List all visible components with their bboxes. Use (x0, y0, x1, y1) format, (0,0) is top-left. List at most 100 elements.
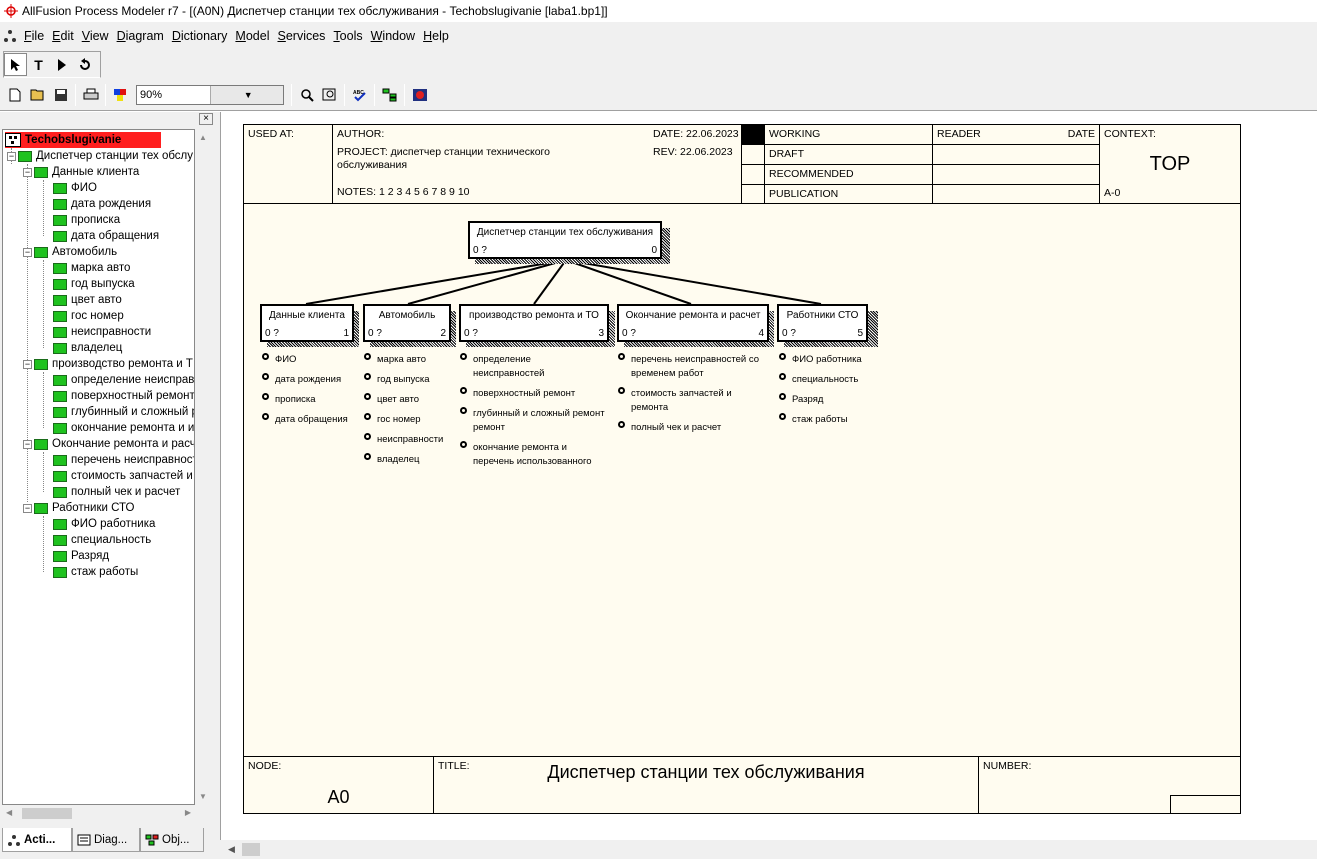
list-item[interactable]: цвет авто (364, 393, 419, 407)
tree-item-group[interactable]: − Работники СТО (23, 500, 134, 516)
collapse-icon[interactable]: − (23, 439, 32, 449)
list-item[interactable]: гос номер (364, 413, 421, 427)
tab-diagrams[interactable]: Diag... (72, 828, 140, 852)
menu-model[interactable]: Model (231, 24, 273, 48)
tree-horizontal-scrollbar[interactable]: ◀ ▶ (2, 805, 195, 822)
tree-item[interactable]: неисправности (53, 324, 151, 340)
tree-item-group[interactable]: − Данные клиента (23, 164, 139, 180)
color-icon[interactable] (109, 83, 132, 106)
tree-item[interactable]: год выпуска (53, 276, 135, 292)
list-item[interactable]: полный чек и расчет (618, 421, 778, 435)
tree-vertical-scrollbar[interactable]: ▲ ▼ (195, 129, 212, 805)
list-item[interactable]: определение неисправностей (460, 353, 620, 381)
tree-item[interactable]: владелец (53, 340, 122, 356)
activity-block-5[interactable]: Работники СТО 0 ? 5 (777, 304, 868, 342)
list-item[interactable]: дата рождения (262, 373, 341, 387)
list-item[interactable]: поверхностный ремонт (460, 387, 620, 401)
menu-diagram[interactable]: Diagram (113, 24, 168, 48)
tree-item[interactable]: прописка (53, 212, 120, 228)
close-icon[interactable]: × (199, 113, 213, 125)
menu-help[interactable]: Help (419, 24, 453, 48)
tab-activities[interactable]: Acti... (2, 828, 72, 852)
zoom-fit-icon[interactable] (318, 83, 341, 106)
menu-services[interactable]: Services (273, 24, 329, 48)
new-file-icon[interactable] (3, 83, 26, 106)
scroll-thumb[interactable] (22, 808, 72, 819)
collapse-icon[interactable]: − (23, 503, 32, 513)
menu-edit[interactable]: Edit (48, 24, 78, 48)
save-icon[interactable] (49, 83, 72, 106)
tab-objects[interactable]: Obj... (140, 828, 204, 852)
collapse-icon[interactable]: − (23, 247, 32, 257)
menu-view[interactable]: View (78, 24, 113, 48)
tree-item[interactable]: глубинный и сложный р (53, 404, 194, 420)
list-item[interactable]: ФИО работника (779, 353, 862, 367)
chevron-up-icon[interactable]: ▲ (199, 133, 207, 142)
tree-item[interactable]: ФИО (53, 180, 97, 196)
chevron-down-icon[interactable]: ▼ (209, 85, 283, 104)
activity-block-4[interactable]: Окончание ремонта и расчет 0 ? 4 (617, 304, 769, 342)
tree-item[interactable]: дата обращения (53, 228, 159, 244)
list-item[interactable]: Разряд (779, 393, 823, 407)
list-item[interactable]: глубинный и сложный ремонт ремонт (460, 407, 620, 435)
list-item[interactable]: марка авто (364, 353, 426, 367)
undo-tool-icon[interactable] (73, 53, 96, 76)
list-item[interactable]: неисправности (364, 433, 443, 447)
list-item[interactable]: ФИО (262, 353, 296, 367)
chevron-down-icon[interactable]: ▼ (199, 792, 207, 801)
list-item[interactable]: специальность (779, 373, 858, 387)
collapse-icon[interactable]: − (7, 151, 16, 161)
list-item[interactable]: дата обращения (262, 413, 348, 427)
model-explorer-icon[interactable] (378, 83, 401, 106)
mdi-icon[interactable] (0, 29, 20, 43)
tree-item[interactable]: марка авто (53, 260, 130, 276)
chevron-left-icon[interactable]: ◀ (6, 808, 12, 817)
tree-item[interactable]: ФИО работника (53, 516, 155, 532)
tree-item-group[interactable]: − Автомобиль (23, 244, 117, 260)
tree-item-group[interactable]: − Окончание ремонта и расч (23, 436, 194, 452)
tree-item[interactable]: цвет авто (53, 292, 122, 308)
tree-item[interactable]: дата рождения (53, 196, 151, 212)
tree-item[interactable]: определение неисправн (53, 372, 194, 388)
play-tool-icon[interactable] (50, 53, 73, 76)
tree-item[interactable]: окончание ремонта и и (53, 420, 194, 436)
open-folder-icon[interactable] (26, 83, 49, 106)
canvas-horizontal-scrollbar[interactable]: ◀ (222, 840, 1317, 859)
chevron-right-icon[interactable]: ▶ (185, 808, 191, 817)
menu-tools[interactable]: Tools (329, 24, 366, 48)
tree-item[interactable]: полный чек и расчет (53, 484, 180, 500)
collapse-icon[interactable]: − (23, 167, 32, 177)
tree-item[interactable]: стоимость запчастей и (53, 468, 193, 484)
tree-item[interactable]: специальность (53, 532, 151, 548)
list-item[interactable]: прописка (262, 393, 316, 407)
spellcheck-icon[interactable]: ABC (348, 83, 371, 106)
tree-item-group[interactable]: − производство ремонта и Т (23, 356, 193, 372)
tree-item-top[interactable]: − Диспетчер станции тех обслу (7, 148, 193, 164)
scroll-thumb[interactable] (242, 843, 260, 856)
print-icon[interactable] (79, 83, 102, 106)
activity-block-3[interactable]: производство ремонта и ТО 0 ? 3 (459, 304, 609, 342)
activity-block-main[interactable]: Диспетчер станции тех обслуживания 0 ? 0 (468, 221, 662, 259)
tree-item[interactable]: гос номер (53, 308, 124, 324)
tree-item[interactable]: стаж работы (53, 564, 138, 580)
tree-item[interactable]: перечень неисправност (53, 452, 194, 468)
activity-block-2[interactable]: Автомобиль 0 ? 2 (363, 304, 451, 342)
menu-window[interactable]: Window (367, 24, 419, 48)
tree-root[interactable]: Techobslugivanie (5, 132, 162, 148)
list-item[interactable]: владелец (364, 453, 419, 467)
list-item[interactable]: стаж работы (779, 413, 848, 427)
zoom-in-icon[interactable] (295, 83, 318, 106)
pointer-tool-icon[interactable] (4, 53, 27, 76)
text-tool-icon[interactable]: T (27, 53, 50, 76)
list-item[interactable]: окончание ремонта и перечень использован… (460, 441, 620, 469)
tree-item[interactable]: поверхностный ремонт (53, 388, 194, 404)
chevron-left-icon[interactable]: ◀ (228, 844, 235, 855)
list-item[interactable]: год выпуска (364, 373, 430, 387)
zoom-select[interactable]: 90% ▼ (136, 84, 284, 105)
list-item[interactable]: перечень неисправностей со временем рабо… (618, 353, 778, 381)
navigator-icon[interactable] (408, 83, 431, 106)
collapse-icon[interactable]: − (23, 359, 32, 369)
activity-block-1[interactable]: Данные клиента 0 ? 1 (260, 304, 354, 342)
menu-file[interactable]: File (20, 24, 48, 48)
tree-item[interactable]: Разряд (53, 548, 109, 564)
